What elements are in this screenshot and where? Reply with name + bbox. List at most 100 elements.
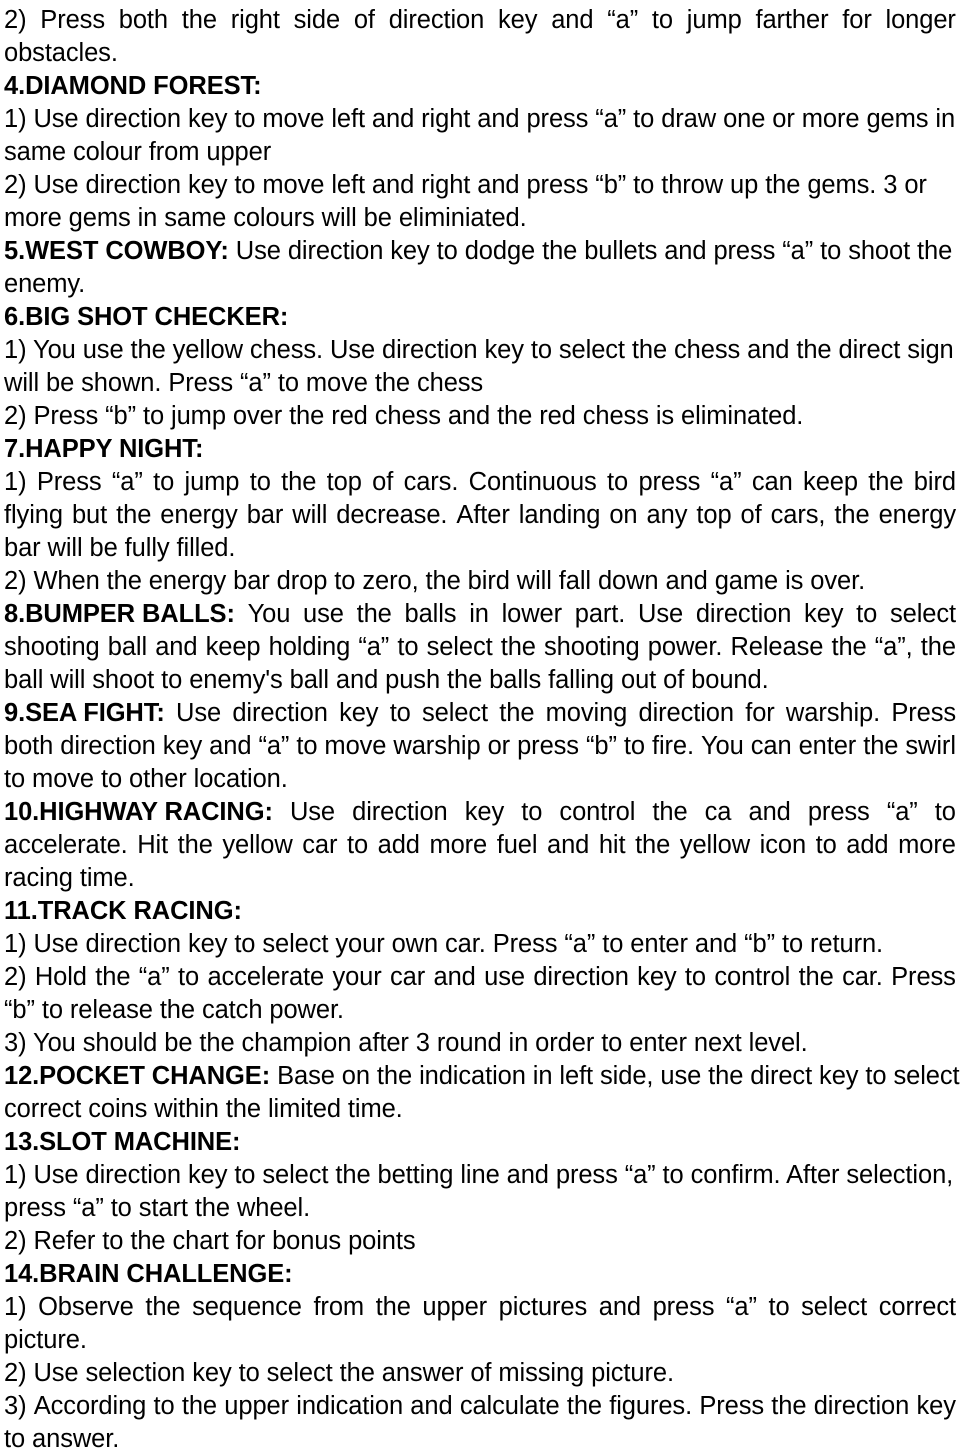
text-word: You: [247, 600, 291, 628]
text-word: select: [422, 699, 489, 727]
text-word: shooting: [544, 633, 640, 661]
text-word: side: [293, 6, 341, 34]
text-word: and: [410, 1392, 453, 1420]
text-word: to: [856, 600, 878, 628]
text-word: warship: [393, 732, 481, 760]
text-word: the: [375, 1293, 411, 1321]
text-word: “a”,: [874, 633, 913, 661]
text-word: “a”: [358, 633, 390, 661]
text-word: the: [920, 633, 956, 661]
text-word: the: [798, 963, 834, 991]
text-line: more gems in same colours will be elimin…: [4, 202, 956, 235]
text-line: obstacles.: [4, 37, 956, 70]
text-word: to: [153, 468, 175, 496]
text-word: keep: [803, 468, 858, 496]
text-word: car.: [842, 963, 883, 991]
text-word: the: [635, 831, 671, 859]
text-word: decrease.: [336, 501, 448, 529]
text-word: shooting: [4, 633, 100, 661]
text-word: According: [33, 1392, 147, 1420]
text-word: energy: [160, 501, 238, 529]
text-word: the: [868, 468, 904, 496]
text-run: 1) Use direction key to select your own …: [4, 930, 884, 958]
text-line: 4.DIAMOND FOREST:: [4, 70, 956, 103]
text-word: the: [145, 1293, 181, 1321]
text-word: right: [230, 6, 280, 34]
text-word: press: [517, 732, 579, 760]
text-run: obstacles.: [4, 39, 118, 67]
text-word: control: [559, 798, 636, 826]
text-word: add: [846, 831, 889, 859]
text-word: key: [498, 6, 538, 34]
section-heading: 10.HIGHWAY RACING:: [4, 798, 273, 826]
text-word: key: [916, 1392, 956, 1420]
text-word: and: [748, 798, 791, 826]
section-heading: 13.SLOT MACHINE:: [4, 1128, 241, 1156]
text-word: Continuous: [468, 468, 597, 496]
text-line: flying but the energy bar will decrease. After l…: [4, 499, 956, 532]
text-word: to: [153, 1392, 175, 1420]
text-line: 1) Observe the sequence from the upper pictures…: [4, 1291, 956, 1324]
text-word: correct: [878, 1293, 956, 1321]
text-word: lower: [501, 600, 563, 628]
section-heading: 9.SEA FIGHT:: [4, 699, 165, 727]
text-word: Hold: [34, 963, 87, 991]
text-word: jump: [686, 6, 742, 34]
text-run: 2) When the energy bar drop to zero, the…: [4, 567, 866, 595]
section-heading: 8.BUMPER BALLS:: [4, 600, 235, 628]
text-run: enemy.: [4, 270, 86, 298]
text-word: Use: [176, 699, 222, 727]
text-line: 2) Use direction key to move left and ri…: [4, 169, 956, 202]
section-heading: 7.HAPPY NIGHT:: [4, 435, 204, 463]
text-word: direction: [352, 798, 448, 826]
text-word: calculate: [459, 1392, 560, 1420]
text-word: top: [326, 468, 362, 496]
text-word: car: [302, 831, 338, 859]
text-word: and: [547, 831, 590, 859]
text-run: 2) Press “b” to jump over the red chess …: [4, 402, 804, 430]
text-word: cars,: [770, 501, 826, 529]
text-word: to: [178, 963, 200, 991]
text-word: flying: [4, 501, 63, 529]
text-word: the: [771, 1392, 807, 1420]
text-word: key: [464, 798, 505, 826]
text-run: 1) You use the yellow chess. Use directi…: [4, 336, 954, 364]
text-word: and: [433, 963, 476, 991]
text-word: on: [609, 501, 638, 529]
text-word: direction: [533, 963, 629, 991]
text-word: but: [71, 501, 108, 529]
text-word: “a”: [710, 468, 742, 496]
text-word: key: [804, 600, 844, 628]
text-word: 1): [4, 468, 27, 496]
text-word: the: [499, 699, 535, 727]
text-word: After: [456, 501, 510, 529]
text-line: racing time.: [4, 862, 956, 895]
section-heading: 4.DIAMOND FOREST:: [4, 72, 262, 100]
text-line: 2) Use selection key to select the answe…: [4, 1357, 956, 1390]
text-word: holding: [268, 633, 351, 661]
text-word: the: [566, 1392, 602, 1420]
text-word: 1): [4, 1293, 27, 1321]
text-word: to: [684, 963, 706, 991]
text-word: direction: [813, 1392, 910, 1420]
text-word: Press: [891, 699, 956, 727]
text-word: the: [95, 963, 131, 991]
text-word: warship.: [785, 699, 881, 727]
text-word: sequence: [192, 1293, 302, 1321]
text-word: longer: [885, 6, 956, 34]
text-word: to: [623, 732, 645, 760]
document-page: 2) Press both the right side of direction key and…: [0, 0, 960, 1453]
text-run: bar will be fully filled.: [4, 534, 236, 562]
text-word: “a”: [138, 963, 170, 991]
text-line: 7.HAPPY NIGHT:: [4, 433, 956, 466]
text-word: the: [834, 501, 870, 529]
text-word: upper: [224, 1392, 290, 1420]
text-line: 12.POCKET CHANGE: Base on the indication…: [4, 1060, 960, 1093]
text-word: to: [815, 831, 837, 859]
text-word: will: [292, 501, 328, 529]
section-heading: 11.TRACK RACING:: [4, 897, 242, 925]
text-run: same colour from upper: [4, 138, 272, 166]
text-word: power.: [647, 633, 723, 661]
section-heading: 12.POCKET CHANGE:: [4, 1062, 271, 1090]
text-word: can: [750, 732, 792, 760]
